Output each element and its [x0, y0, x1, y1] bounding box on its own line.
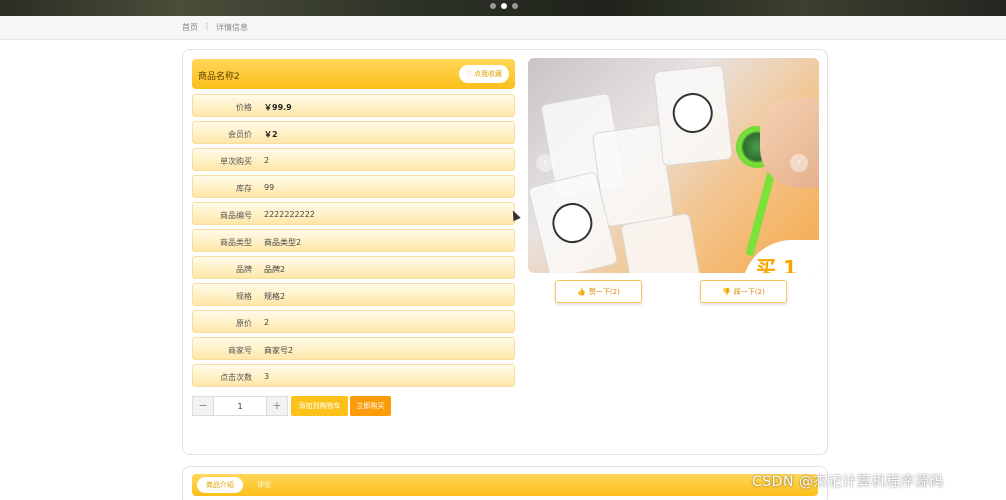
breadcrumb-home[interactable]: 首页	[182, 22, 198, 33]
quantity-minus-button[interactable]: −	[193, 397, 213, 415]
attr-row-price: 价格 ￥99.9	[192, 94, 515, 117]
heart-icon: ♡	[465, 70, 472, 78]
attr-row-original-price: 原价 2	[192, 310, 515, 333]
attr-row-merchant: 商家号 商家号2	[192, 337, 515, 360]
attr-value: 2222222222	[264, 210, 315, 219]
attr-label: 点击次数	[220, 373, 252, 382]
attr-row-spec: 规格 规格2	[192, 283, 515, 306]
add-to-cart-button[interactable]: 添加到购物车	[291, 396, 348, 416]
breadcrumb-current: 详情信息	[216, 23, 248, 32]
badge-card	[620, 212, 706, 273]
thumbs-down-label: 踩一下(2)	[733, 287, 765, 296]
attr-label: 商品类型	[220, 238, 252, 247]
dog-face	[548, 198, 597, 248]
attr-label: 价格	[236, 103, 252, 112]
attr-label: 单次购买	[220, 157, 252, 166]
attr-value: 3	[264, 372, 270, 381]
attr-row-clicks: 点击次数 3	[192, 364, 515, 387]
thumbs-up-label: 赞一下(2)	[588, 287, 620, 296]
attr-label: 商家号	[228, 346, 252, 355]
monkey-face	[670, 91, 715, 135]
attr-label: 库存	[236, 184, 252, 193]
quantity-stepper: − +	[192, 396, 288, 416]
tab-product-intro[interactable]: 商品介绍	[197, 477, 243, 493]
tab-comments[interactable]: 评论	[257, 477, 271, 493]
attr-value: 2	[264, 318, 270, 327]
quantity-input[interactable]	[213, 397, 267, 415]
buy-now-button[interactable]: 立即购买	[350, 396, 391, 416]
attr-row-product-type: 商品类型 商品类型2	[192, 229, 515, 252]
attr-value: 2	[264, 156, 270, 165]
attr-row-brand: 品牌 品牌2	[192, 256, 515, 279]
attr-row-single-buy: 单次购买 2	[192, 148, 515, 171]
breadcrumb-separator: ⋮	[203, 22, 211, 31]
attr-row-stock: 库存 99	[192, 175, 515, 198]
attr-value: 品牌2	[264, 265, 286, 274]
attr-label: 原价	[236, 319, 252, 328]
attr-label: 会员价	[228, 130, 252, 139]
attr-label: 规格	[236, 292, 252, 301]
carousel-dots	[490, 3, 518, 9]
attr-value: 商家号2	[264, 346, 294, 355]
attr-value: 99	[264, 183, 275, 192]
favorite-button[interactable]: ♡ 点我收藏	[458, 65, 509, 83]
thumbs-down-button[interactable]: 👎 踩一下(2)	[700, 280, 787, 303]
corner-text: 买 1	[756, 256, 797, 273]
favorite-label: 点我收藏	[474, 70, 502, 78]
product-title-bar: 商品名称2 ♡ 点我收藏	[192, 59, 515, 89]
thumbs-down-icon: 👎	[722, 287, 731, 296]
top-banner	[0, 0, 1006, 16]
thumbs-up-icon: 👍	[577, 287, 586, 296]
attr-row-product-id: 商品编号 2222222222	[192, 202, 515, 225]
tab-bar: 商品介绍 评论	[192, 474, 818, 496]
attr-label: 品牌	[236, 265, 252, 274]
image-next-button[interactable]: ›	[790, 154, 808, 172]
thumbs-up-button[interactable]: 👍 赞一下(2)	[555, 280, 642, 303]
attr-value: 商品类型2	[264, 238, 302, 247]
attr-value: 规格2	[264, 292, 286, 301]
image-prev-button[interactable]: ‹	[536, 154, 554, 172]
attr-value: ￥99.9	[264, 103, 292, 112]
watermark: CSDN @杰记计算机程序源码	[752, 474, 944, 490]
attr-label: 商品编号	[220, 211, 252, 220]
quantity-plus-button[interactable]: +	[267, 397, 287, 415]
breadcrumb-bar: 首页 ⋮ 详情信息	[0, 16, 1006, 40]
attr-row-member-price: 会员价 ￥2	[192, 121, 515, 144]
product-title: 商品名称2	[198, 72, 240, 82]
carousel-dot[interactable]	[490, 3, 496, 9]
carousel-dot-active[interactable]	[501, 3, 507, 9]
breadcrumb: 首页 ⋮ 详情信息	[182, 22, 248, 33]
badge-card	[653, 64, 733, 167]
product-image: ‹ › 买 1	[528, 58, 819, 273]
attr-value: ￥2	[264, 130, 278, 139]
carousel-dot[interactable]	[512, 3, 518, 9]
